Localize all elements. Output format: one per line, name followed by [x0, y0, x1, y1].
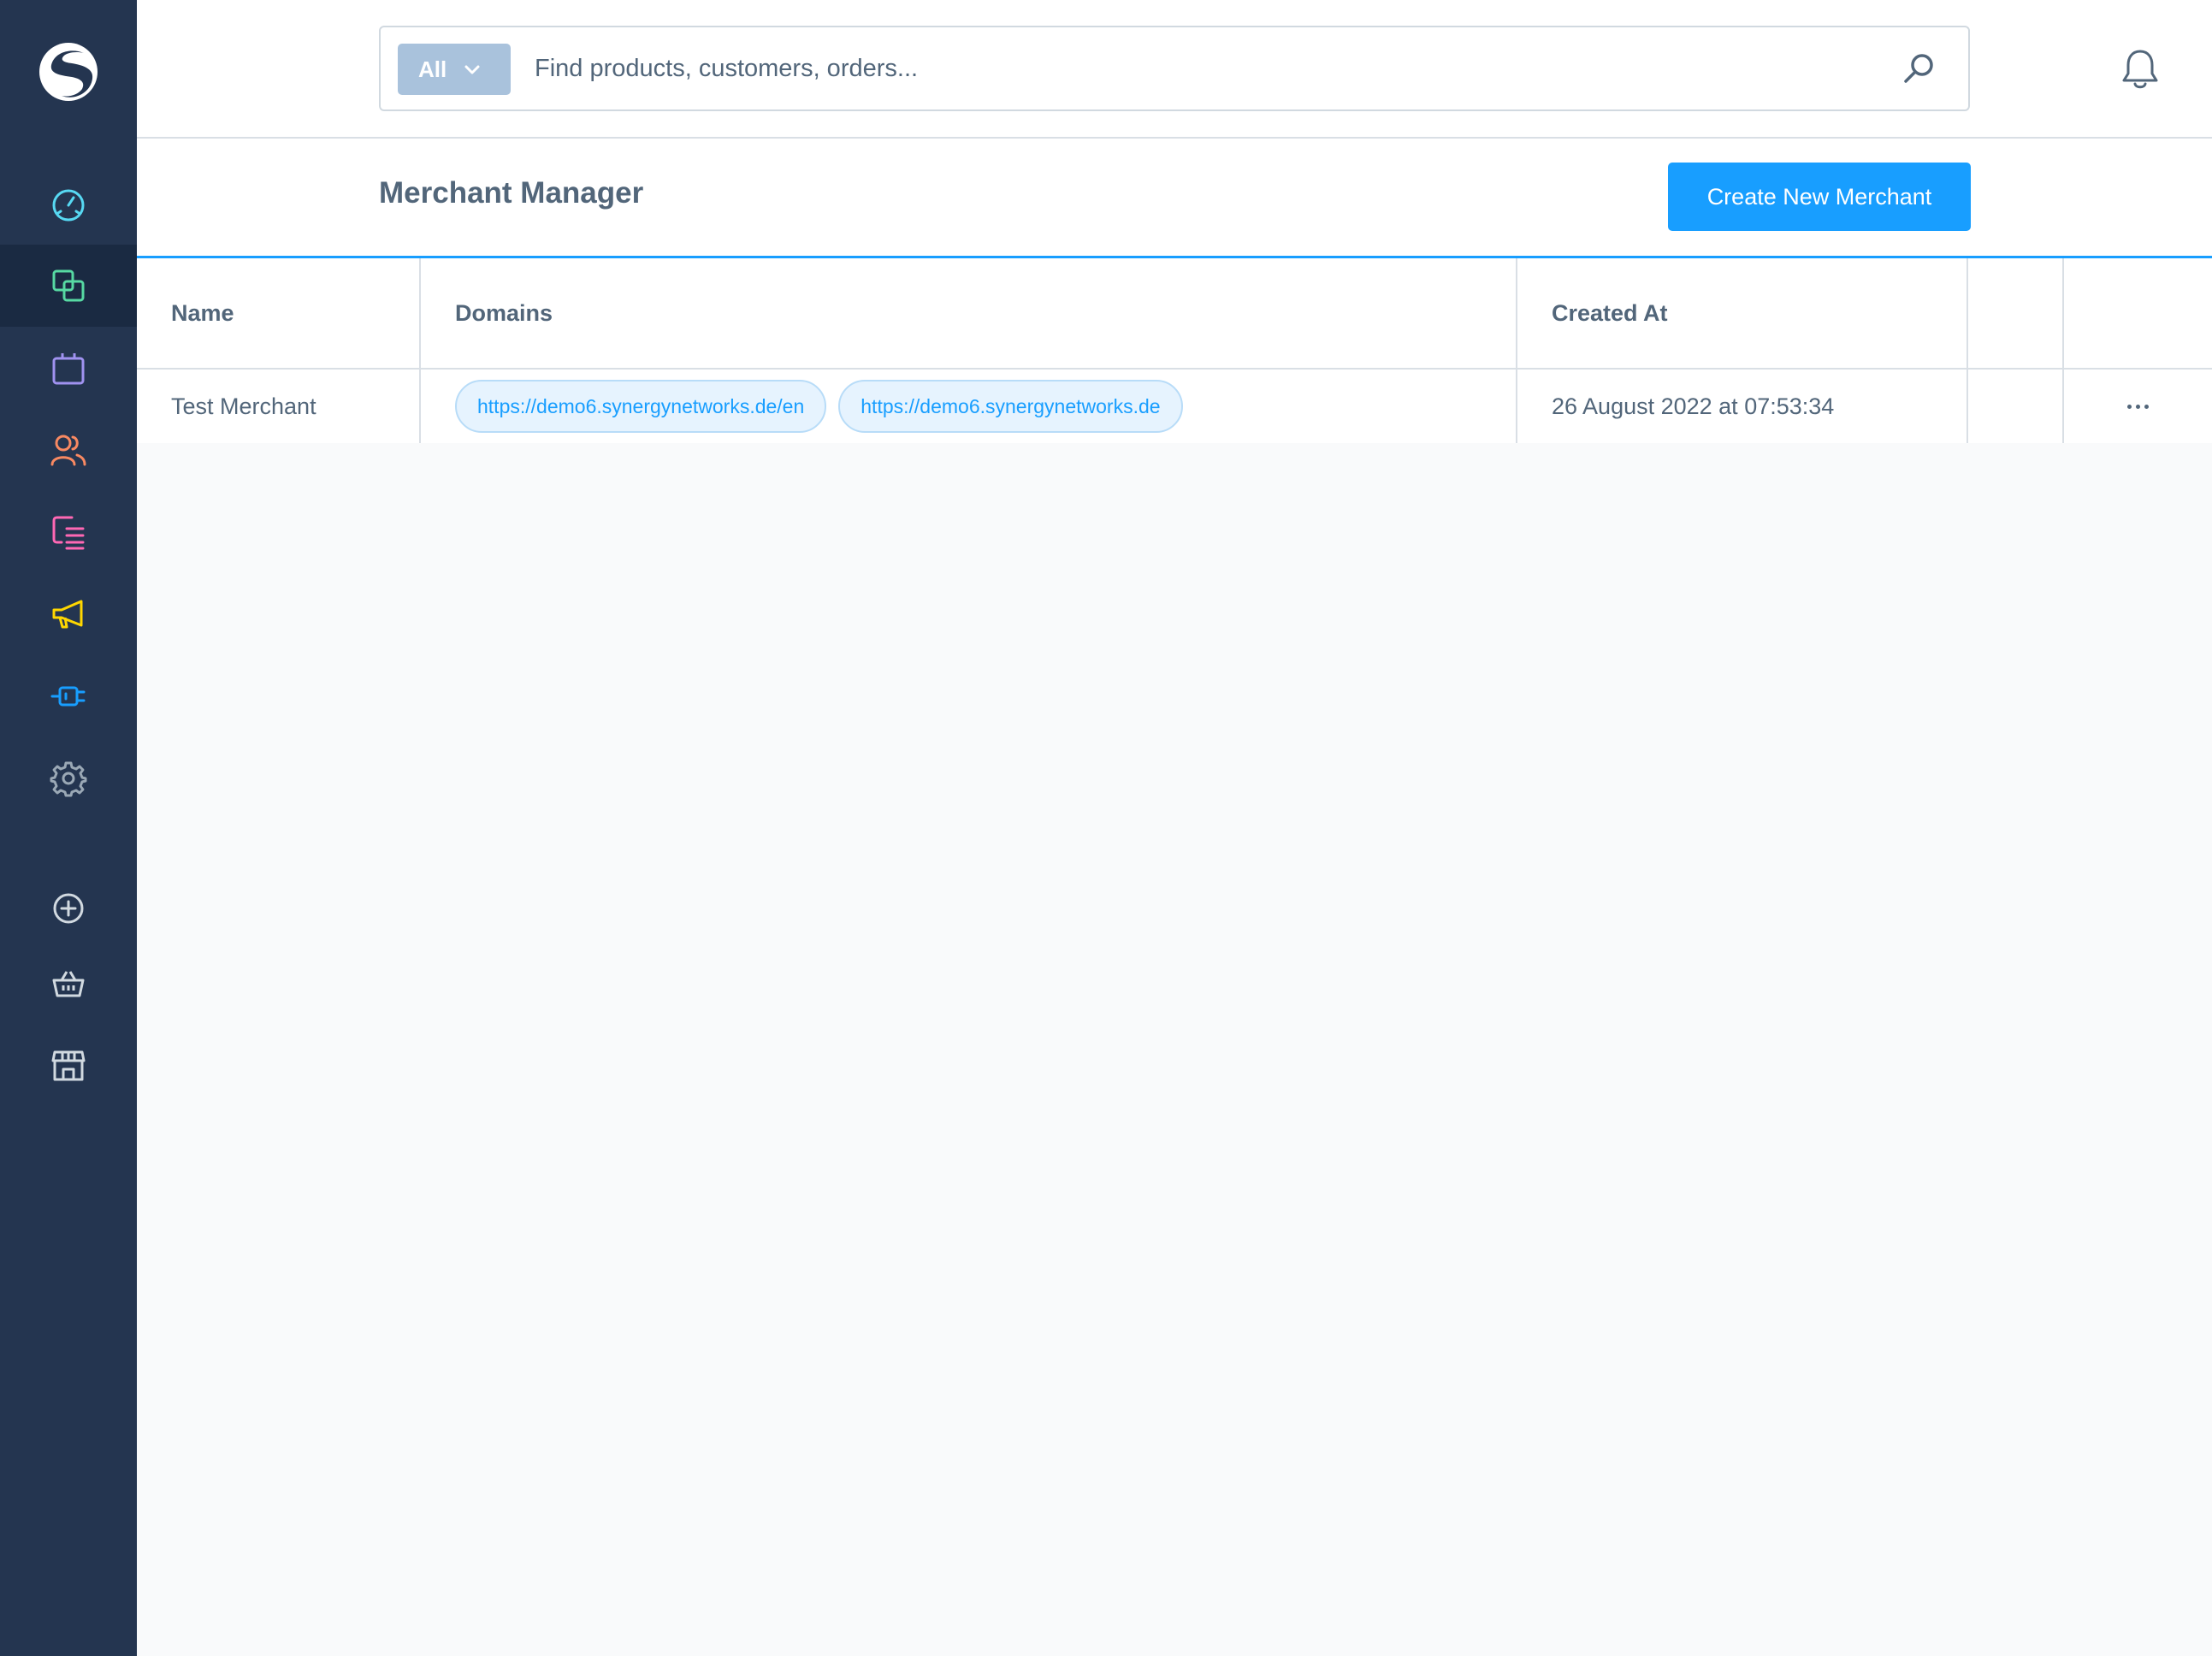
global-search: All: [379, 26, 1970, 111]
column-header-empty: [1968, 258, 2064, 368]
content-icon: [52, 516, 85, 550]
add-sales-channel-icon: [53, 893, 84, 924]
sidebar-item-dashboard[interactable]: [0, 163, 137, 245]
top-header: All: [137, 0, 2212, 139]
create-new-merchant-button[interactable]: Create New Merchant: [1668, 163, 1971, 231]
marketing-icon: [52, 600, 83, 629]
sidebar-item-orders[interactable]: [0, 327, 137, 409]
domain-pill[interactable]: https://demo6.synergynetworks.de: [838, 380, 1183, 433]
column-header-name[interactable]: Name: [137, 258, 421, 368]
search-input[interactable]: [535, 41, 1869, 96]
merchant-empty-cell: [1968, 370, 2064, 443]
column-header-domains[interactable]: Domains: [421, 258, 1517, 368]
search-type-dropdown[interactable]: All: [398, 44, 511, 95]
merchant-name-cell: Test Merchant: [137, 370, 421, 443]
sidebar-item-add-sales-channel[interactable]: [0, 867, 137, 949]
shopware-logo-icon[interactable]: [34, 38, 103, 106]
sidebar-item-catalogue[interactable]: [0, 245, 137, 327]
merchant-table: Name Domains Created At Test Merchant ht…: [137, 258, 2212, 443]
row-actions-cell: [2064, 370, 2212, 443]
merchant-domains-cell: https://demo6.synergynetworks.de/en http…: [421, 370, 1517, 443]
sidebar-item-marketing[interactable]: [0, 573, 137, 655]
merchant-created-at-cell: 26 August 2022 at 07:53:34: [1517, 370, 1968, 443]
dashboard-icon: [52, 189, 85, 222]
column-header-actions: [2064, 258, 2212, 368]
sidebar-item-shop[interactable]: [0, 1025, 137, 1107]
orders-icon: [52, 353, 85, 385]
sidebar-item-extensions[interactable]: [0, 655, 137, 737]
sidebar-item-customers[interactable]: [0, 409, 137, 491]
page-header: Merchant Manager Create New Merchant: [137, 139, 2212, 258]
table-header-row: Name Domains Created At: [137, 258, 2212, 370]
sidebar-item-storefront[interactable]: [0, 943, 137, 1025]
extensions-icon: [50, 686, 86, 707]
more-actions-icon[interactable]: [2127, 404, 2149, 409]
column-header-created-at[interactable]: Created At: [1517, 258, 1968, 368]
search-type-label: All: [418, 56, 447, 82]
settings-icon: [50, 761, 87, 797]
shop-icon: [51, 1050, 86, 1081]
sidebar-item-content[interactable]: [0, 491, 137, 573]
storefront-basket-icon: [52, 971, 85, 997]
notification-bell-icon[interactable]: [2120, 48, 2161, 91]
chevron-down-icon: [464, 65, 480, 74]
domain-pill[interactable]: https://demo6.synergynetworks.de/en: [455, 380, 827, 433]
page-title: Merchant Manager: [379, 176, 644, 210]
catalogue-icon: [52, 269, 85, 302]
sidebar-item-settings[interactable]: [0, 737, 137, 819]
sidebar: [0, 0, 137, 1656]
customers-icon: [50, 435, 86, 466]
search-icon[interactable]: [1901, 51, 1936, 86]
table-row[interactable]: Test Merchant https://demo6.synergynetwo…: [137, 370, 2212, 443]
